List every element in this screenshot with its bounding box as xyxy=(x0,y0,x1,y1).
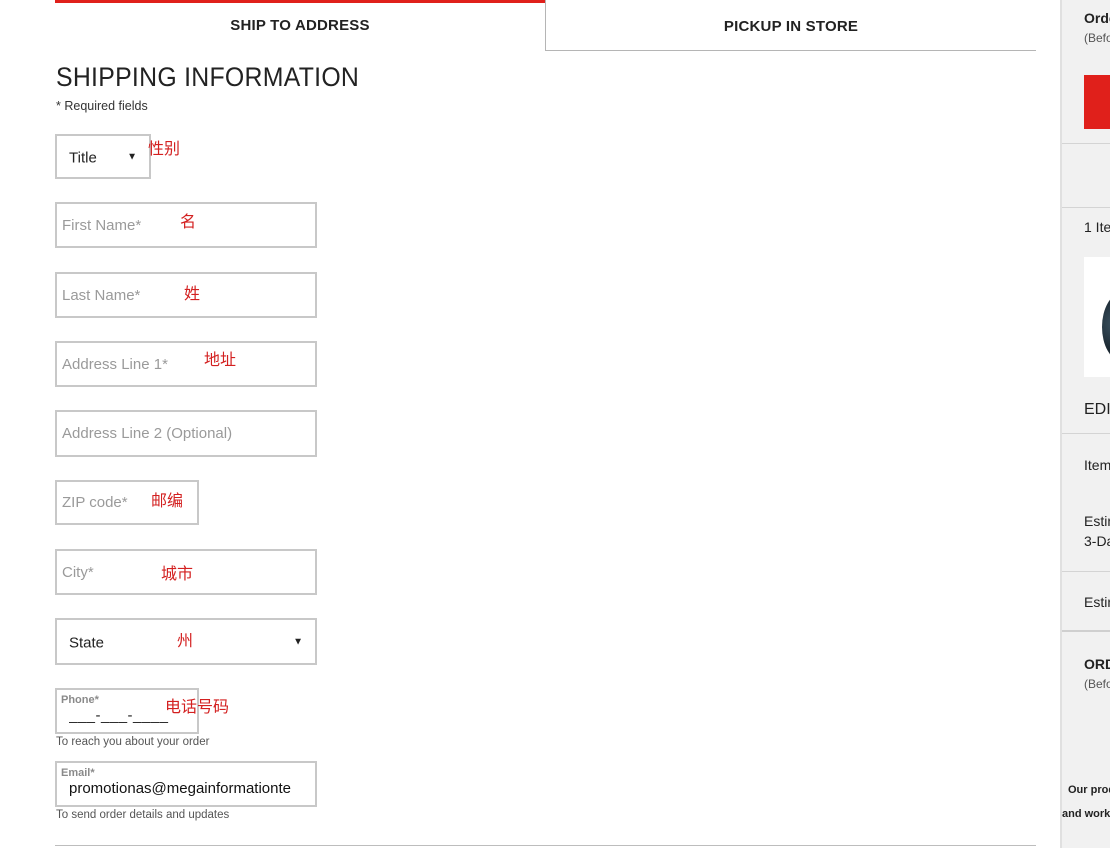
phone-field[interactable]: Phone* ___-___-____ xyxy=(55,688,199,734)
address-line2-input[interactable] xyxy=(57,412,315,455)
last-name-field[interactable] xyxy=(55,272,317,318)
city-field[interactable] xyxy=(55,549,317,595)
order-summary-heading: Orde xyxy=(1084,10,1110,26)
chevron-down-icon: ▼ xyxy=(293,636,303,647)
address-line1-field[interactable] xyxy=(55,341,317,387)
zip-field[interactable] xyxy=(55,480,199,525)
summary-note-line1: Our prod xyxy=(1068,784,1110,796)
chevron-down-icon: ▼ xyxy=(127,151,137,162)
summary-divider xyxy=(1062,630,1110,632)
edit-link[interactable]: EDIT xyxy=(1084,401,1110,419)
order-total-label: ORD xyxy=(1084,656,1110,672)
phone-label: Phone* xyxy=(61,694,99,706)
tab-pickup-label: PICKUP IN STORE xyxy=(723,17,859,35)
required-fields-note: * Required fields xyxy=(56,99,148,113)
summary-divider xyxy=(1062,433,1110,434)
city-input[interactable] xyxy=(57,551,315,593)
address-line1-input[interactable] xyxy=(57,343,315,385)
tab-pickup-in-store[interactable]: PICKUP IN STORE xyxy=(545,0,1036,51)
phone-helper-text: To reach you about your order xyxy=(56,736,210,748)
summary-divider xyxy=(1062,207,1110,208)
page-title: SHIPPING INFORMATION xyxy=(56,62,360,92)
email-field[interactable]: Email* promotionas@megainformationte xyxy=(55,761,317,807)
summary-divider xyxy=(1062,571,1110,572)
state-select-value: State xyxy=(69,634,105,652)
item-subtotal-label: Item xyxy=(1084,457,1110,473)
order-summary-panel: Orde (Befo 1 Ite EDIT Item Estin 3-Da Es… xyxy=(1060,0,1110,848)
state-select[interactable]: State ▼ xyxy=(55,618,317,665)
tab-ship-label: SHIP TO ADDRESS xyxy=(230,16,370,34)
shipping-method: 3-Da xyxy=(1084,533,1110,549)
tab-ship-to-address[interactable]: SHIP TO ADDRESS xyxy=(55,0,545,51)
summary-divider xyxy=(1062,143,1110,144)
first-name-input[interactable] xyxy=(57,204,315,246)
estimated-tax-label: Estin xyxy=(1084,594,1110,610)
email-label: Email* xyxy=(61,767,95,779)
title-select[interactable]: Title ▼ xyxy=(55,134,151,179)
estimated-shipping-label: Estin xyxy=(1084,513,1110,529)
order-total-subtext: (Befo xyxy=(1084,677,1110,691)
summary-note-line2: and work xyxy=(1062,808,1110,820)
address-line2-field[interactable] xyxy=(55,410,317,457)
form-divider xyxy=(55,845,1036,846)
items-count: 1 Ite xyxy=(1084,219,1110,235)
email-value: promotionas@megainformationte xyxy=(69,780,292,797)
last-name-input[interactable] xyxy=(57,274,315,316)
email-helper-text: To send order details and updates xyxy=(56,809,230,821)
zip-input[interactable] xyxy=(57,482,197,523)
annotation-title: 性别 xyxy=(148,139,181,158)
phone-mask: ___-___-____ xyxy=(69,707,169,724)
order-summary-subtext: (Befo xyxy=(1084,31,1110,45)
first-name-field[interactable] xyxy=(55,202,317,248)
checkout-button[interactable] xyxy=(1084,75,1110,129)
title-select-value: Title xyxy=(69,149,97,167)
product-image xyxy=(1084,257,1110,377)
